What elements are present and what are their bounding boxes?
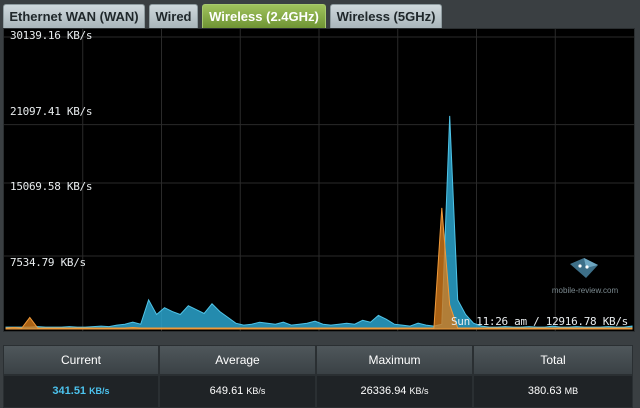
stat-current-value: 341.51 xyxy=(52,385,87,397)
stats-table: Current Average Maximum Total 341.51 KB/s… xyxy=(0,345,640,408)
watermark: mobile-review.com xyxy=(550,256,620,302)
stat-total: 380.63 MB xyxy=(473,375,633,408)
traffic-graph[interactable]: 30139.16 KB/s 21097.41 KB/s 15069.58 KB/… xyxy=(3,28,635,332)
stat-average-value: 649.61 xyxy=(209,385,244,397)
stat-average: 649.61 KB/s xyxy=(159,375,316,408)
stat-current: 341.51 KB/s xyxy=(3,375,159,408)
stat-average-unit: KB/s xyxy=(246,386,266,396)
stat-header-current: Current xyxy=(3,345,159,375)
watermark-logo-icon xyxy=(570,258,598,278)
tab-ethernet-wan[interactable]: Ethernet WAN (WAN) xyxy=(3,4,145,28)
y-label-4: 7534.79 KB/s xyxy=(10,256,86,269)
stat-total-unit: MB xyxy=(564,386,579,396)
tab-wired[interactable]: Wired xyxy=(149,4,198,28)
y-label-2: 21097.41 KB/s xyxy=(10,105,93,118)
stat-header-average: Average xyxy=(159,345,316,375)
traffic-chart-svg xyxy=(4,29,634,331)
y-label-3: 15069.58 KB/s xyxy=(10,180,93,193)
y-label-max: 30139.16 KB/s xyxy=(10,29,93,42)
tab-wireless-24ghz[interactable]: Wireless (2.4GHz) xyxy=(202,4,326,28)
stat-header-maximum: Maximum xyxy=(316,345,473,375)
stat-maximum-unit: KB/s xyxy=(409,386,429,396)
stat-total-value: 380.63 xyxy=(527,385,562,397)
tab-wireless-5ghz[interactable]: Wireless (5GHz) xyxy=(330,4,442,28)
tab-bar: Ethernet WAN (WAN) Wired Wireless (2.4GH… xyxy=(0,0,640,28)
stat-header-total: Total xyxy=(473,345,633,375)
stat-maximum-value: 26336.94 xyxy=(360,385,407,397)
watermark-text: mobile-review.com xyxy=(551,286,619,295)
stat-current-unit: KB/s xyxy=(89,386,110,396)
stat-maximum: 26336.94 KB/s xyxy=(316,375,473,408)
hover-info: Sun 11:26 am / 12916.78 KB/s xyxy=(450,315,628,328)
